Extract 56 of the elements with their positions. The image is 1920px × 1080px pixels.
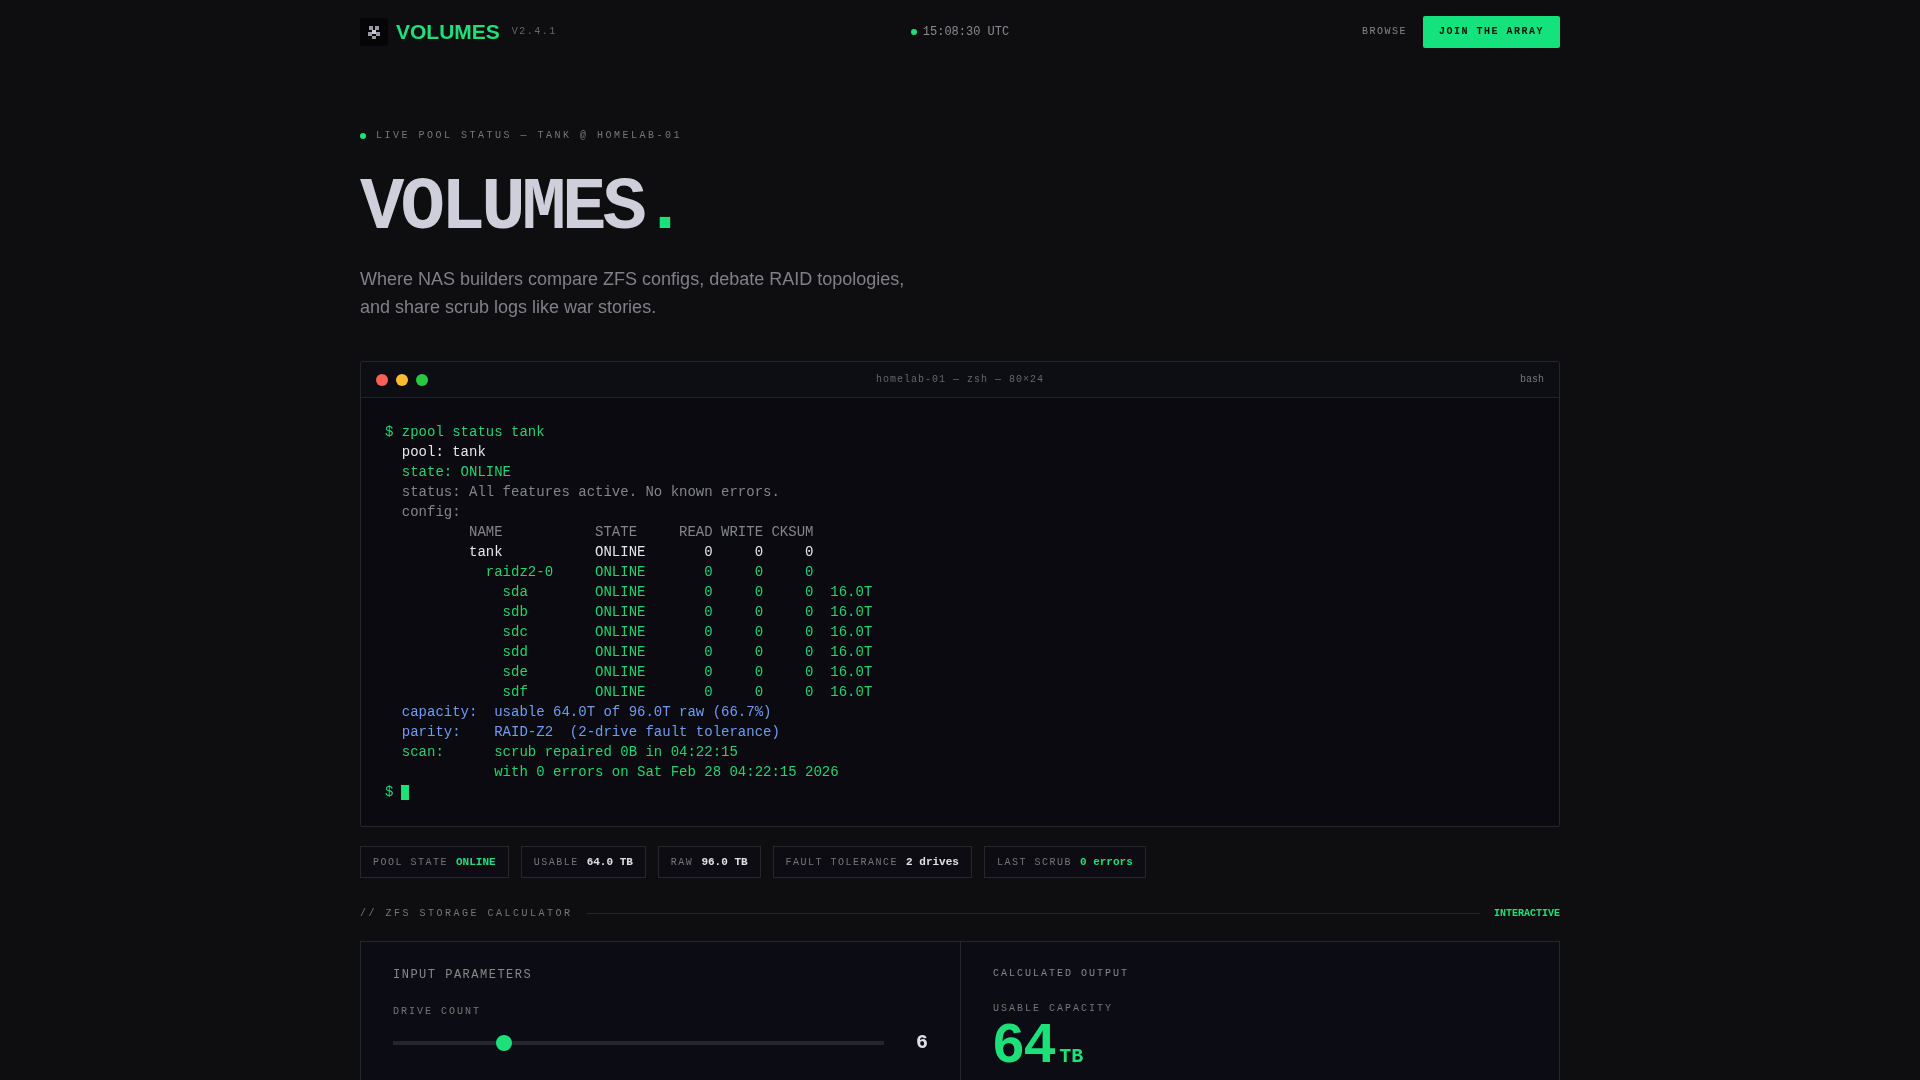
unit-label: TB <box>1059 1045 1084 1068</box>
stat-value: ONLINE <box>456 856 496 868</box>
terminal-line: pool: tank <box>400 443 487 462</box>
terminal-line: capacity: usable 64.0T of 96.0T raw (66.7%) <box>400 703 773 722</box>
terminal-line: sdb ONLINE 0 0 0 16.0T <box>501 603 874 622</box>
section-title: // ZFS STORAGE CALCULATOR <box>360 908 573 919</box>
terminal-line: sdc ONLINE 0 0 0 16.0T <box>501 623 874 642</box>
field-label: USABLE CAPACITY <box>993 1003 1114 1014</box>
terminal-line: sdf ONLINE 0 0 0 16.0T <box>501 683 874 702</box>
drive-count-value: 6 <box>916 1031 928 1054</box>
terminal-line: raidz2-0 ONLINE 0 0 0 <box>484 563 815 582</box>
stat-label: RAW <box>670 856 694 868</box>
hero-title: VOLUMES. <box>360 165 685 251</box>
stat-value: 96.0 TB <box>701 856 748 868</box>
shell-label: bash <box>1520 374 1544 385</box>
terminal-line: sde ONLINE 0 0 0 16.0T <box>501 663 874 682</box>
terminal-line: status: All features active. No known errors. <box>400 483 781 502</box>
terminal-line: parity: RAID-Z2 (2-drive fault tolerance) <box>400 723 781 742</box>
panel-title: CALCULATED OUTPUT <box>993 968 1131 979</box>
terminal-line: config: <box>400 503 462 522</box>
stat-label: POOL STATE <box>373 856 448 868</box>
stat-label: USABLE <box>533 856 579 868</box>
terminal-line: tank ONLINE 0 0 0 <box>468 543 815 562</box>
slider-thumb[interactable] <box>495 1034 512 1051</box>
cursor-icon <box>401 784 410 800</box>
clock-text: 15:08:30 UTC <box>922 24 1010 39</box>
terminal-line: sda ONLINE 0 0 0 16.0T <box>501 583 874 602</box>
terminal-line: $ zpool status tank <box>385 423 546 442</box>
terminal-line: with 0 errors on Sat Feb 28 04:22:15 2026 <box>493 763 840 782</box>
cube-logo-icon <box>360 17 388 46</box>
close-icon[interactable] <box>376 373 388 386</box>
minimize-icon[interactable] <box>396 373 408 386</box>
brand-name[interactable]: VOLUMES <box>396 19 500 44</box>
live-dot-icon <box>360 132 366 139</box>
eyebrow-text: LIVE POOL STATUS — TANK @ HOMELAB-01 <box>376 130 683 141</box>
terminal-line: sdd ONLINE 0 0 0 16.0T <box>501 643 874 662</box>
prompt-symbol: $ <box>385 783 394 802</box>
stat-value: 2 drives <box>906 856 959 868</box>
stat-label: LAST SCRUB <box>996 856 1072 868</box>
join-button[interactable]: JOIN THE ARRAY <box>1422 15 1560 48</box>
version-label: V2.4.1 <box>511 26 557 37</box>
hero-subtitle: Where NAS builders compare ZFS configs, debate RAID topologies, and share scrub logs like war stories. <box>360 268 906 319</box>
browse-link[interactable]: BROWSE <box>1361 26 1407 37</box>
usable-capacity-value: 64 <box>993 1016 1056 1070</box>
interactive-label: INTERACTIVE <box>1494 908 1560 919</box>
field-label: DRIVE COUNT <box>393 1006 482 1017</box>
status-dot-icon <box>910 28 917 35</box>
terminal-line: scan: scrub repaired 0B in 04:22:15 <box>400 743 739 762</box>
stat-value: 0 errors <box>1079 856 1133 868</box>
terminal-line: NAME STATE READ WRITE CKSUM <box>468 523 815 542</box>
maximize-icon[interactable] <box>416 373 428 386</box>
stat-value: 64.0 TB <box>586 856 633 868</box>
terminal-title: homelab-01 — zsh — 80×24 <box>876 374 1044 385</box>
stat-label: FAULT TOLERANCE <box>785 856 899 868</box>
panel-title: INPUT PARAMETERS <box>393 968 534 982</box>
terminal-line: state: ONLINE <box>400 463 513 482</box>
